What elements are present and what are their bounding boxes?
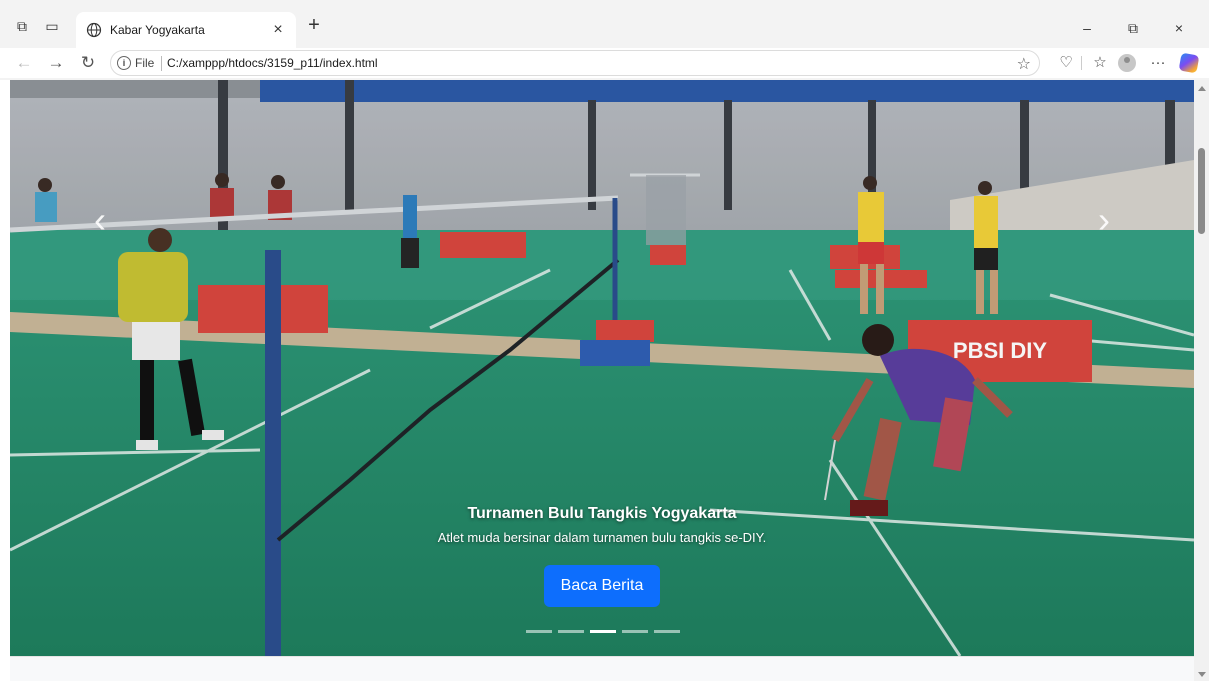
refresh-icon[interactable]: ↻ [76,51,100,75]
carousel-indicator-5[interactable] [654,630,680,633]
restore-icon[interactable]: ⧉ [1110,14,1156,42]
carousel-indicator-1[interactable] [526,630,552,633]
page-viewport: PBSI DIY ‹ › Turnamen Bulu Tangkis Yogya… [0,80,1209,681]
next-section [10,656,1194,681]
carousel-next-icon[interactable]: › [1084,200,1124,240]
tab-actions-icon[interactable]: ▭ [44,18,60,34]
address-separator [161,56,162,71]
globe-icon [86,22,102,38]
toolbar-divider [1081,56,1082,70]
carousel-indicator-4[interactable] [622,630,648,633]
workspaces-icon[interactable]: ⧉ [14,18,30,34]
more-menu-icon[interactable]: ··· [1146,51,1170,75]
profile-avatar[interactable] [1118,54,1136,72]
scheme-label: File [135,56,155,70]
slide-description: Atlet muda bersinar dalam turnamen bulu … [437,530,767,545]
carousel-indicators [526,630,681,636]
minimize-icon[interactable]: – [1064,14,1110,42]
toolbar: ← → ↻ i File C:/xamppp/htdocs/3159_p11/i… [0,48,1209,78]
scroll-down-icon[interactable] [1198,672,1206,677]
tab-bar: ⧉ ▭ Kabar Yogyakarta × + – ⧉ × [0,4,1209,48]
browser-tab[interactable]: Kabar Yogyakarta × [76,12,296,48]
forward-icon[interactable]: → [44,51,68,75]
slide-title: Turnamen Bulu Tangkis Yogyakarta [467,505,737,522]
carousel-indicator-2[interactable] [558,630,584,633]
scroll-thumb[interactable] [1198,148,1205,234]
back-icon[interactable]: ← [12,51,36,75]
copilot-icon[interactable] [1178,52,1200,74]
favorite-star-icon[interactable]: ☆ [1017,54,1031,74]
browser-essentials-icon[interactable]: ♡ [1054,51,1078,75]
carousel-indicator-3[interactable] [590,630,616,633]
read-news-button[interactable]: Baca Berita [544,565,660,607]
address-bar[interactable]: i File C:/xamppp/htdocs/3159_p11/index.h… [110,50,1040,76]
carousel-prev-icon[interactable]: ‹ [80,200,120,240]
window-close-icon[interactable]: × [1156,14,1202,42]
hero-carousel: PBSI DIY ‹ › Turnamen Bulu Tangkis Yogya… [10,80,1194,656]
slide-caption: Turnamen Bulu Tangkis Yogyakarta Atlet m… [302,504,902,546]
close-tab-icon[interactable]: × [268,20,288,40]
page-scrollbar[interactable] [1194,80,1209,681]
info-icon[interactable]: i [117,56,131,70]
browser-chrome: ⧉ ▭ Kabar Yogyakarta × + – ⧉ × ← → ↻ i F… [0,0,1209,80]
tab-title: Kabar Yogyakarta [110,23,205,37]
scroll-up-icon[interactable] [1198,86,1206,91]
favorites-icon[interactable]: ☆ [1088,51,1112,75]
new-tab-icon[interactable]: + [302,14,326,38]
url-text[interactable]: C:/xamppp/htdocs/3159_p11/index.html [167,56,378,70]
